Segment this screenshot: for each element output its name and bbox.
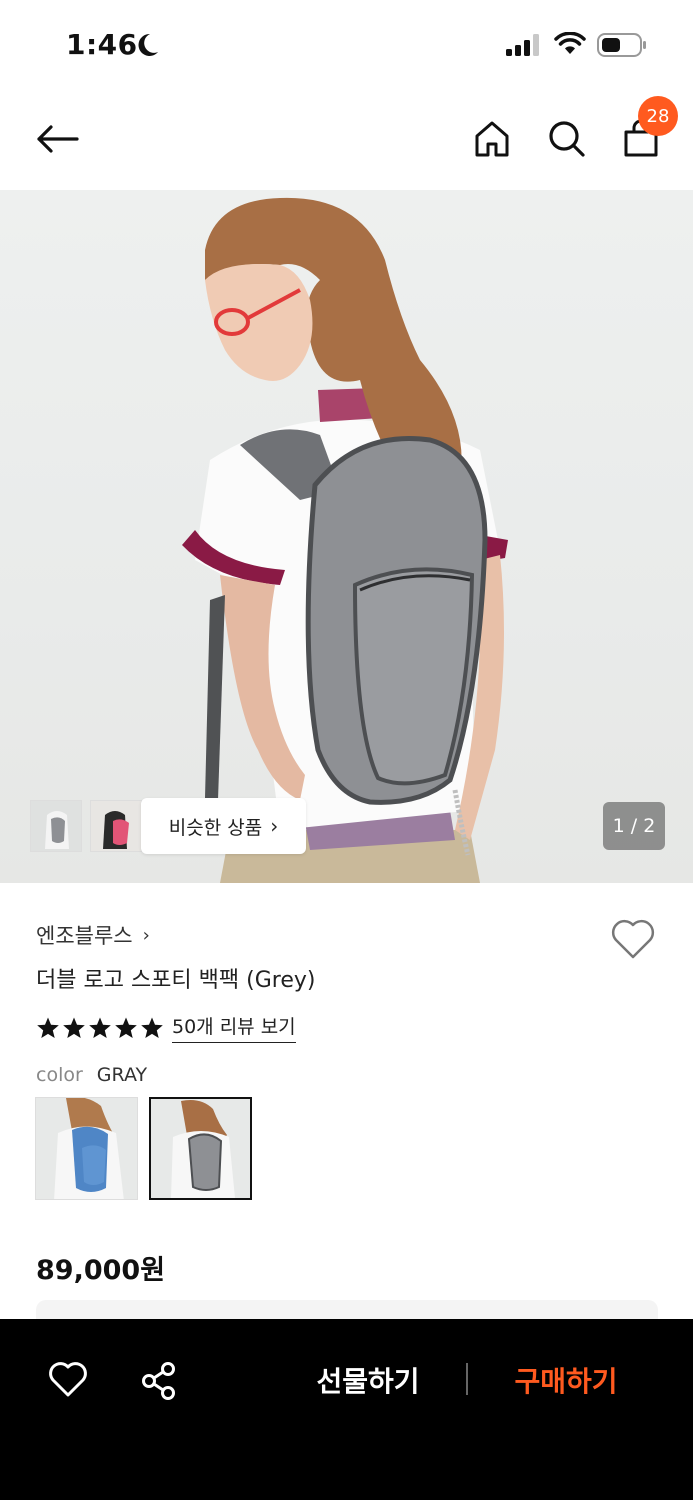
similar-products-button[interactable]: 비슷한 상품 › [141, 798, 306, 854]
swatch-image [151, 1099, 250, 1198]
back-button[interactable] [32, 114, 82, 164]
price: 89,000원 [36, 1255, 166, 1286]
star-icon [141, 1017, 163, 1038]
nav-bar [0, 90, 693, 190]
heart-icon[interactable] [48, 1361, 88, 1399]
color-row: color GRAY [36, 1064, 147, 1086]
status-time: 1:46 [66, 28, 138, 61]
color-value: GRAY [96, 1064, 148, 1086]
similar-products-label: 비슷한 상품 [168, 816, 263, 839]
review-link[interactable]: 50개 리뷰 보기 [172, 1012, 296, 1043]
gallery-thumbnail-1[interactable] [30, 800, 82, 852]
star-icon [37, 1017, 59, 1038]
search-icon [549, 121, 585, 157]
thumbnail-image [31, 801, 81, 851]
brand-link[interactable]: 엔조블루스 › [36, 920, 150, 950]
swatch-image [36, 1098, 137, 1199]
search-button[interactable] [542, 114, 592, 164]
cart-count-badge: 28 [638, 96, 678, 136]
star-icon [89, 1017, 111, 1038]
bottom-action-bar: 선물하기 구매하기 [0, 1319, 693, 1500]
star-icon [115, 1017, 137, 1038]
signal-icon [506, 34, 539, 56]
wifi-icon [554, 32, 586, 54]
gift-button[interactable]: 선물하기 [300, 1357, 436, 1403]
product-image[interactable] [0, 190, 693, 883]
buy-button[interactable]: 구매하기 [498, 1357, 634, 1403]
color-swatch-gray[interactable] [149, 1097, 252, 1200]
thumbnail-image [91, 801, 141, 851]
brand-name: 엔조블루스 [36, 924, 133, 948]
home-button[interactable] [467, 114, 517, 164]
status-bar: 1:46 [0, 0, 693, 90]
rating-row: 50개 리뷰 보기 [36, 1012, 296, 1043]
wishlist-heart-icon[interactable] [610, 918, 656, 960]
gallery-thumbnail-2[interactable] [90, 800, 142, 852]
home-icon [475, 121, 509, 157]
chevron-right-icon: › [142, 924, 150, 946]
battery-icon [597, 33, 646, 57]
color-label: color [36, 1064, 83, 1086]
rating-stars [36, 1016, 164, 1040]
moon-icon [138, 33, 158, 56]
product-title: 더블 로고 스포티 백팩 (Grey) [36, 968, 316, 993]
color-swatch-blue[interactable] [35, 1097, 138, 1200]
share-icon[interactable] [140, 1361, 178, 1401]
product-photo-illustration [182, 197, 508, 883]
divider [466, 1363, 468, 1395]
image-counter: 1 / 2 [603, 802, 665, 850]
chevron-right-icon: › [270, 814, 279, 838]
back-arrow-icon [37, 125, 79, 153]
star-icon [63, 1017, 85, 1038]
